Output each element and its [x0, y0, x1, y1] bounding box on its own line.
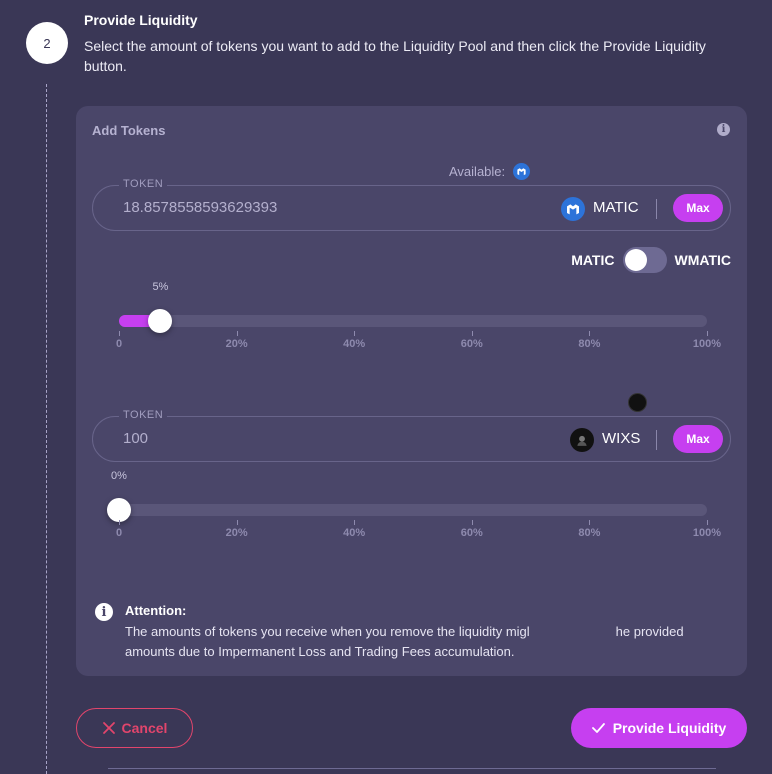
tick-mark: [236, 331, 238, 336]
tick-mark: [471, 331, 473, 336]
tick-mark: [119, 520, 120, 525]
step-title: Provide Liquidity: [84, 12, 198, 28]
tick-mark: [119, 331, 120, 336]
info-icon[interactable]: i: [717, 123, 730, 136]
tick-mark: [354, 520, 356, 525]
cancel-label: Cancel: [121, 720, 168, 736]
step-number-badge: 2: [26, 22, 68, 64]
token-a-field[interactable]: TOKEN 18.8578558593629393 MATIC Max: [92, 178, 731, 231]
tick-mark: [354, 331, 356, 336]
wixs-avatar-icon: [628, 393, 647, 412]
matic-wmatic-toggle-row: MATIC WMATIC: [571, 247, 731, 273]
token-a-label: TOKEN: [119, 178, 168, 190]
token-b-symbol: WIXS: [602, 430, 641, 447]
token-b-field[interactable]: TOKEN 100 WIXS Max: [92, 409, 731, 462]
add-tokens-card: Add Tokens i Available: TOKEN 18.8578558…: [76, 106, 747, 676]
matic-logo-icon: [513, 163, 531, 180]
slider-thumb[interactable]: [148, 309, 173, 333]
tick-label: 40%: [343, 338, 366, 350]
tick-mark: [471, 520, 473, 525]
tick-mark: [589, 520, 591, 525]
available-balance: Available:: [449, 163, 531, 180]
tick-mark: [707, 331, 708, 336]
timeline-connector: [46, 84, 47, 774]
matic-wmatic-toggle[interactable]: [622, 247, 667, 273]
close-icon: [102, 722, 115, 734]
tick-mark: [589, 331, 591, 336]
tick-label: 0: [115, 527, 123, 539]
token-a-max-button[interactable]: Max: [673, 194, 723, 222]
matic-logo-icon: [561, 197, 585, 221]
slider-track[interactable]: [119, 504, 707, 516]
token-a-symbol: MATIC: [593, 199, 639, 216]
tick-label: 20%: [225, 527, 248, 539]
info-icon: i: [95, 603, 113, 621]
attention-text-part1: The amounts of tokens you receive when y…: [125, 624, 530, 639]
card-title: Add Tokens: [92, 123, 166, 138]
token-b-amount-input[interactable]: 100: [123, 430, 148, 447]
tick-label: 40%: [343, 527, 366, 539]
check-icon: [591, 723, 605, 733]
step-description: Select the amount of tokens you want to …: [84, 38, 706, 74]
toggle-left-label: MATIC: [571, 252, 615, 268]
provide-liquidity-button[interactable]: Provide Liquidity: [571, 708, 747, 748]
attention-text-line2: amounts due to Impermanent Loss and Trad…: [125, 644, 515, 659]
divider: [108, 768, 716, 769]
provide-label: Provide Liquidity: [612, 720, 727, 736]
slider-value-label: 5%: [152, 281, 169, 293]
attention-text-part2: he provided: [615, 624, 684, 639]
attention-title: Attention:: [125, 603, 187, 618]
tick-label: 60%: [460, 338, 483, 350]
slider-track[interactable]: [119, 315, 707, 327]
tick-label: 100%: [692, 338, 722, 350]
token-a-amount-input[interactable]: 18.8578558593629393: [123, 199, 277, 216]
tick-label: 60%: [460, 527, 483, 539]
tick-mark: [707, 520, 708, 525]
attention-text: The amounts of tokens you receive when y…: [125, 622, 725, 662]
available-label: Available:: [449, 164, 506, 179]
tick-label: 20%: [225, 338, 248, 350]
tick-label: 0: [115, 338, 123, 350]
tick-label: 80%: [578, 338, 601, 350]
field-divider: [656, 430, 657, 450]
token-b-max-button[interactable]: Max: [673, 425, 723, 453]
tick-label: 80%: [578, 527, 601, 539]
toggle-right-label: WMATIC: [674, 252, 732, 268]
token-b-label: TOKEN: [119, 409, 168, 421]
field-divider: [656, 199, 657, 219]
wixs-logo-icon: [570, 428, 594, 452]
cancel-button[interactable]: Cancel: [76, 708, 193, 748]
slider-value-label: 0%: [111, 470, 127, 482]
tick-label: 100%: [692, 527, 722, 539]
tick-mark: [236, 520, 238, 525]
toggle-knob: [624, 249, 647, 271]
slider-thumb[interactable]: [107, 498, 131, 522]
